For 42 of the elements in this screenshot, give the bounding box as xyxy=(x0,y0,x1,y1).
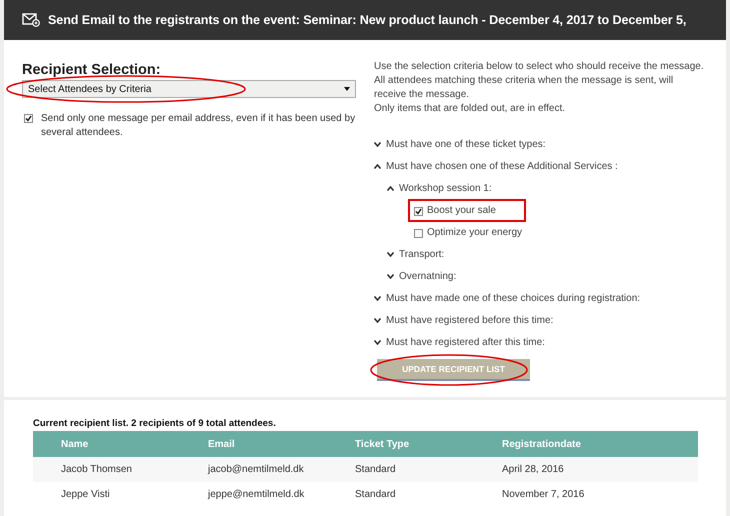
option-label: Optimize your energy xyxy=(427,226,522,238)
criterion-label: Must have registered before this time: xyxy=(386,314,554,326)
table-cell: Jacob Thomsen xyxy=(33,457,207,482)
instruction-text: Only items that are folded out, are in effect. xyxy=(374,102,566,116)
column-header: Email xyxy=(207,431,354,457)
table-cell: Standard xyxy=(354,457,501,482)
caret-down-icon[interactable] xyxy=(374,340,381,344)
caret-up-icon[interactable] xyxy=(374,164,381,168)
criterion-label: Must have one of these ticket types: xyxy=(386,138,546,150)
caret-down-icon[interactable] xyxy=(374,142,381,146)
table-cell: Standard xyxy=(354,482,501,507)
criterion-label: Must have made one of these choices during registration: xyxy=(386,292,640,304)
checkbox-label: Send only one message per email address, even if it has been used by several attendees. xyxy=(41,112,356,140)
criterion-label: Must have registered after this time: xyxy=(386,336,545,348)
recipient-summary: Current recipient list. 2 recipients of 9 total attendees. xyxy=(33,418,277,429)
table-cell: November 7, 2016 xyxy=(501,482,698,507)
caret-down-icon[interactable] xyxy=(374,318,381,322)
caret-down-icon[interactable] xyxy=(387,252,394,256)
checkbox[interactable] xyxy=(24,114,33,123)
caret-down-icon[interactable] xyxy=(387,274,394,278)
criterion-label: Overnatning: xyxy=(399,270,456,282)
checkbox[interactable] xyxy=(414,206,423,216)
criterion-label: Transport: xyxy=(399,248,444,260)
instruction-text: Use the selection criteria below to select who should receive the message. All attendees matching these criteria when the message is sent, will receive the message. xyxy=(374,60,705,102)
table-cell: jeppe@nemtilmeld.dk xyxy=(207,482,354,507)
column-header: Ticket Type xyxy=(354,431,501,457)
header-title: Send Email to the registrants on the event: Seminar: New product launch - December 4, 2017 to December 5, xyxy=(48,13,686,27)
email-icon xyxy=(22,13,40,27)
criterion-label: Must have chosen one of these Additional Services : xyxy=(386,160,618,172)
dropdown-arrow-icon xyxy=(344,87,350,91)
attendee-dropdown[interactable]: Select Attendees by Criteria xyxy=(22,80,356,98)
table-cell: April 28, 2016 xyxy=(501,457,698,482)
section-heading: Recipient Selection: xyxy=(22,61,162,78)
caret-up-icon[interactable] xyxy=(387,186,394,190)
column-header: Registrationdate xyxy=(501,431,698,457)
table-cell: jacob@nemtilmeld.dk xyxy=(207,457,354,482)
caret-down-icon[interactable] xyxy=(374,296,381,300)
checkbox[interactable] xyxy=(414,228,423,238)
table-cell: Jeppe Visti xyxy=(33,482,207,507)
option-label: Boost your sale xyxy=(427,204,496,216)
criterion-label: Workshop session 1: xyxy=(399,182,492,194)
column-header: Name xyxy=(33,431,207,457)
